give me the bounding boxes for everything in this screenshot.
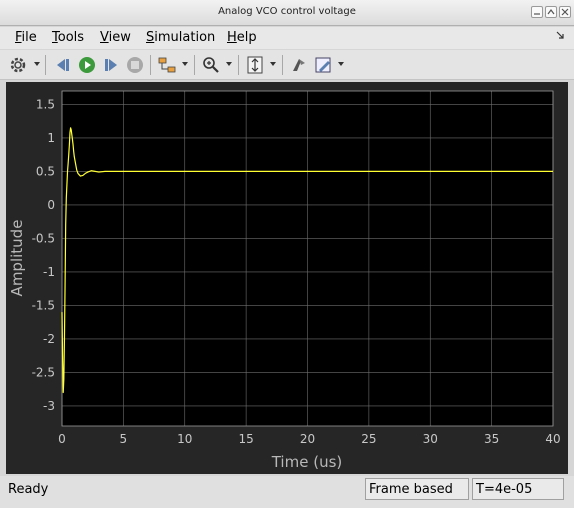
y-tick-label: 1.5 [36, 97, 55, 111]
y-tick-label: -1 [43, 265, 55, 279]
x-tick-label: 30 [423, 432, 438, 446]
status-bar: Ready Frame based T=4e-05 [0, 476, 574, 508]
window-title: Analog VCO control voltage [218, 6, 356, 17]
x-tick-label: 35 [484, 432, 499, 446]
toolbar-separator [238, 55, 239, 75]
dock-arrow-icon[interactable] [556, 31, 564, 42]
toolbar [0, 50, 574, 80]
x-tick-label: 40 [545, 432, 560, 446]
x-tick-label: 25 [361, 432, 376, 446]
time-domain-plot: 0 5 10 15 20 25 30 35 40 1.5 1 0.5 0 -0.5 -1 -1.5 -2 -2.… [8, 90, 561, 471]
y-tick-label: 0 [47, 198, 55, 212]
toolbar-separator [282, 55, 283, 75]
style-dropdown-icon[interactable] [338, 62, 344, 66]
stop-icon[interactable] [125, 55, 145, 75]
run-icon[interactable] [77, 55, 97, 75]
status-mode: Frame based [365, 478, 469, 500]
y-tick-label: 1 [47, 131, 55, 145]
y-tick-label: -3 [43, 399, 55, 413]
signal-select-icon[interactable] [157, 55, 177, 75]
status-time: T=4e-05 [472, 478, 564, 500]
minimize-icon[interactable] [531, 6, 543, 18]
menu-file[interactable]: File [15, 30, 37, 45]
settings-icon[interactable] [8, 55, 28, 75]
menu-view[interactable]: View [100, 30, 131, 45]
scale-axes-icon[interactable] [245, 55, 265, 75]
x-tick-label: 20 [300, 432, 315, 446]
y-tick-label: 0.5 [36, 164, 55, 178]
y-tick-label: -2 [43, 332, 55, 346]
toolbar-separator [45, 55, 46, 75]
title-bar: Analog VCO control voltage [0, 0, 574, 26]
highlight-icon[interactable] [289, 55, 309, 75]
scale-dropdown-icon[interactable] [270, 62, 276, 66]
x-tick-label: 5 [120, 432, 128, 446]
maximize-icon[interactable] [545, 6, 557, 18]
close-icon[interactable] [559, 6, 571, 18]
x-axis-label: Time (us) [271, 453, 343, 471]
settings-dropdown-icon[interactable] [34, 62, 40, 66]
y-tick-label: -1.5 [32, 298, 55, 312]
step-forward-icon[interactable] [101, 55, 121, 75]
status-state: Ready [8, 482, 49, 497]
menu-bar: File Tools View Simulation Help [0, 27, 574, 49]
menu-tools[interactable]: Tools [52, 30, 84, 45]
x-tick-label: 0 [58, 432, 66, 446]
menu-help[interactable]: Help [227, 30, 257, 45]
scope-display[interactable]: 0 5 10 15 20 25 30 35 40 1.5 1 0.5 0 -0.5 -1 -1.5 -2 -2.… [6, 82, 568, 474]
y-tick-label: -0.5 [32, 231, 55, 245]
style-icon[interactable] [313, 55, 333, 75]
signal-dropdown-icon[interactable] [182, 62, 188, 66]
x-tick-label: 10 [177, 432, 192, 446]
menu-simulation[interactable]: Simulation [146, 30, 215, 45]
toolbar-separator [150, 55, 151, 75]
y-tick-label: -2.5 [32, 365, 55, 379]
y-axis-label: Amplitude [8, 220, 26, 297]
step-back-icon[interactable] [53, 55, 73, 75]
toolbar-separator [194, 55, 195, 75]
zoom-icon[interactable] [201, 55, 221, 75]
x-tick-label: 15 [238, 432, 253, 446]
zoom-dropdown-icon[interactable] [226, 62, 232, 66]
